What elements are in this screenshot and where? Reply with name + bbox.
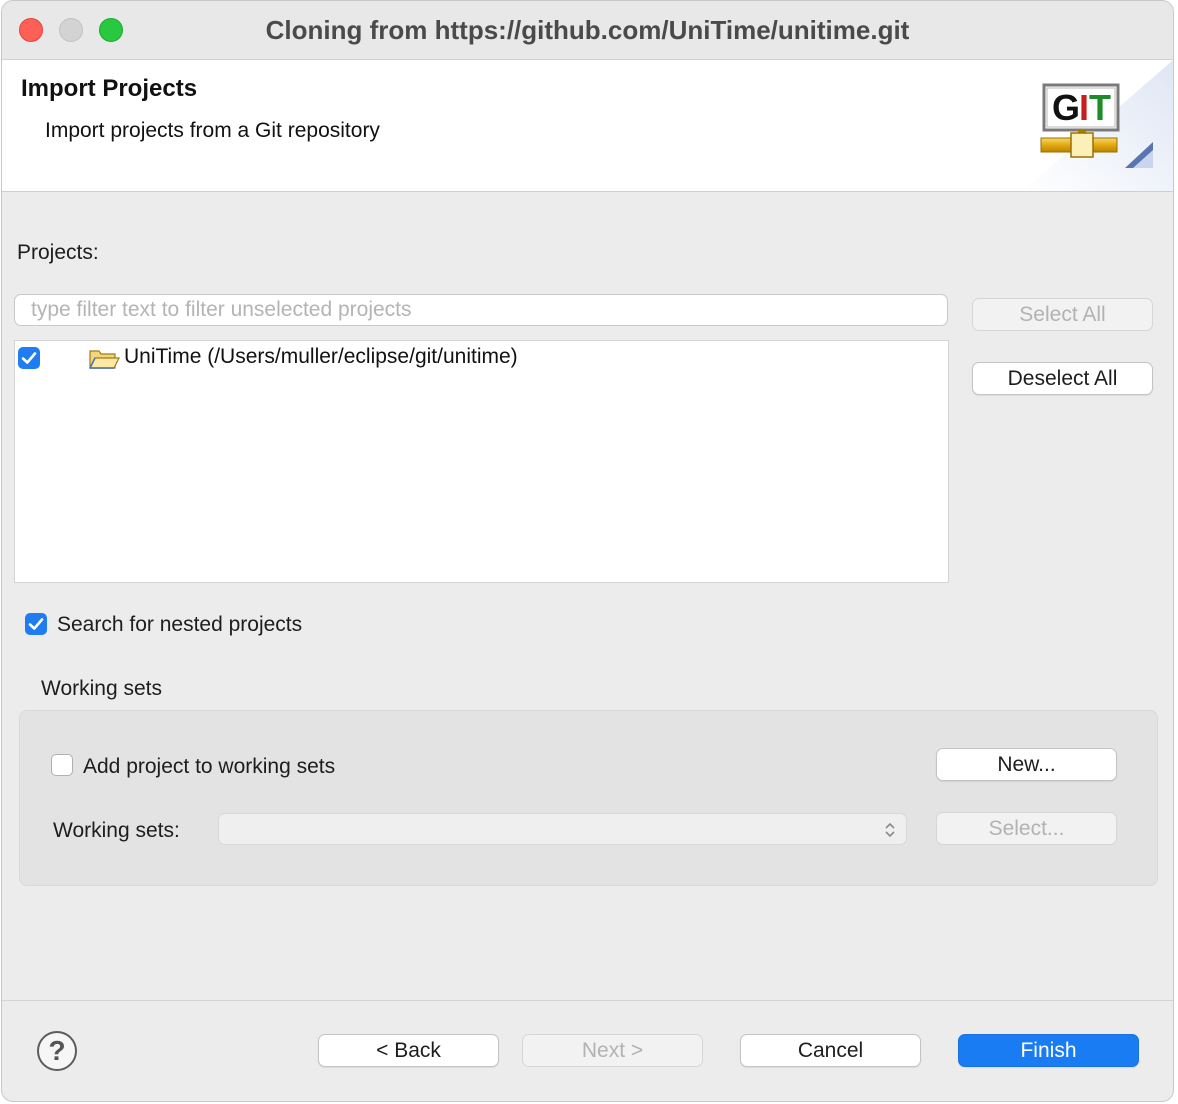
project-label: UniTime (/Users/muller/eclipse/git/uniti…	[124, 345, 518, 368]
select-working-sets-button[interactable]: Select...	[936, 812, 1117, 845]
folder-icon	[89, 350, 120, 369]
working-sets-section-label: Working sets	[41, 677, 162, 700]
svg-text:I: I	[1079, 87, 1089, 128]
project-filter-input[interactable]	[14, 294, 948, 326]
nested-projects-label: Search for nested projects	[57, 613, 303, 636]
select-all-button[interactable]: Select All	[972, 298, 1153, 331]
checkmark-icon	[28, 618, 44, 630]
chevron-up-down-icon	[885, 822, 895, 838]
window-title: Cloning from https://github.com/UniTime/…	[265, 15, 910, 45]
cancel-button[interactable]: Cancel	[740, 1034, 921, 1067]
add-to-working-sets-label: Add project to working sets	[83, 755, 336, 778]
git-logo-icon: G I T	[1023, 60, 1173, 191]
working-sets-select[interactable]	[218, 813, 907, 845]
svg-text:T: T	[1089, 87, 1111, 128]
add-to-working-sets-checkbox[interactable]	[51, 754, 73, 776]
working-sets-group	[19, 710, 1158, 886]
finish-button[interactable]: Finish	[958, 1034, 1139, 1067]
footer-separator	[2, 1000, 1173, 1001]
nested-projects-checkbox[interactable]	[25, 613, 47, 635]
projects-tree[interactable]: UniTime (/Users/muller/eclipse/git/uniti…	[14, 340, 949, 583]
page-description: Import projects from a Git repository	[45, 119, 380, 142]
projects-label: Projects:	[17, 241, 99, 264]
page-title: Import Projects	[21, 75, 198, 102]
checkmark-icon	[21, 352, 37, 364]
working-sets-field-label: Working sets:	[53, 819, 180, 842]
help-icon[interactable]: ?	[37, 1031, 77, 1071]
svg-text:G: G	[1052, 87, 1080, 128]
deselect-all-button[interactable]: Deselect All	[972, 362, 1153, 395]
wizard-header: Import Projects Import projects from a G…	[2, 60, 1173, 192]
new-working-set-button[interactable]: New...	[936, 748, 1117, 781]
next-button[interactable]: Next >	[522, 1034, 703, 1067]
title-bar: Cloning from https://github.com/UniTime/…	[2, 1, 1173, 60]
back-button[interactable]: < Back	[318, 1034, 499, 1067]
list-item[interactable]: UniTime (/Users/muller/eclipse/git/uniti…	[15, 343, 948, 375]
project-checkbox[interactable]	[18, 347, 40, 369]
import-dialog: Cloning from https://github.com/UniTime/…	[1, 0, 1174, 1102]
